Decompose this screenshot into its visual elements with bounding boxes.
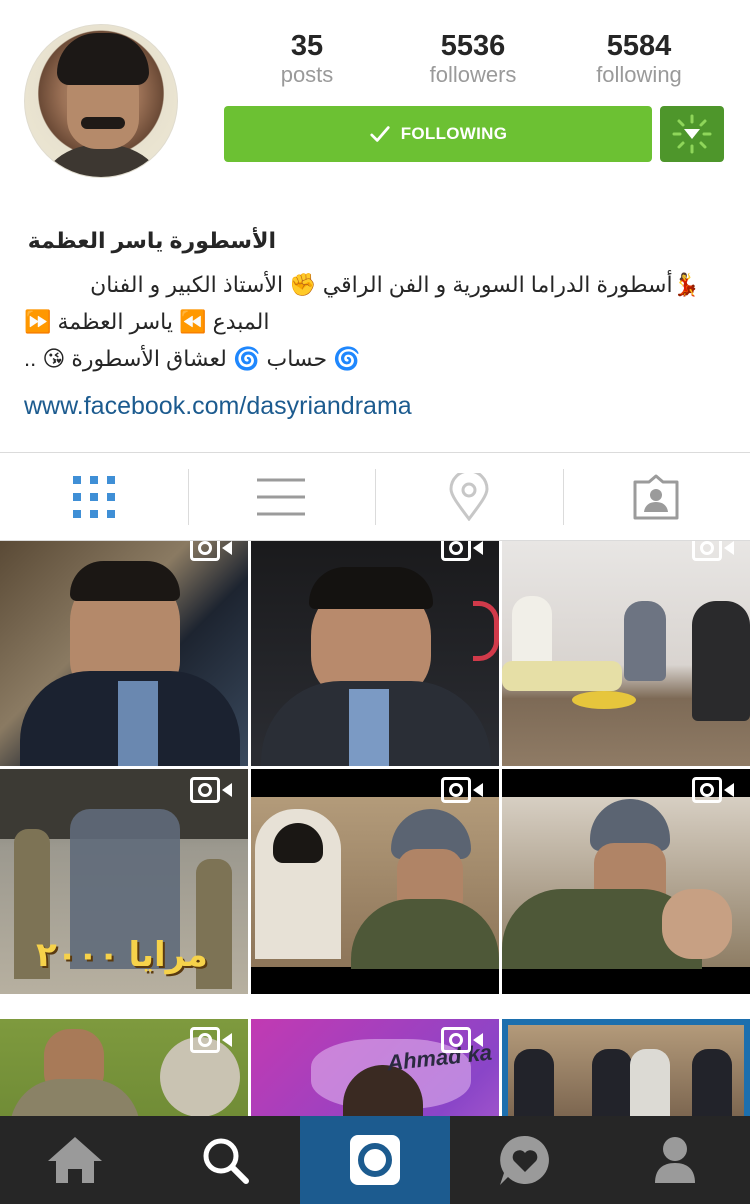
following-count: 5584 [606, 30, 672, 62]
grid-icon [72, 475, 115, 518]
location-pin-icon [449, 472, 489, 521]
home-icon [48, 1137, 102, 1183]
chevron-down-icon [684, 129, 700, 139]
camera-icon [350, 1135, 400, 1185]
nav-profile[interactable] [600, 1116, 750, 1204]
search-icon [203, 1138, 249, 1184]
video-camera-icon [190, 1027, 234, 1053]
profile-stats: 35 posts 5536 followers 5584 following [224, 30, 724, 88]
video-camera-icon [441, 1027, 485, 1053]
nav-search[interactable] [150, 1116, 300, 1204]
bio-line-1: 💃أسطورة الدراما السورية و الفن الراقي ✊ … [90, 272, 700, 297]
bio-line-2: المبدع ⏪ ياسر العظمة ⏩ [24, 309, 270, 334]
video-camera-icon [692, 777, 736, 803]
avatar-shirt [35, 145, 169, 177]
person-icon [655, 1137, 695, 1183]
heart-bubble-icon [500, 1135, 549, 1185]
suggestions-dropdown-button[interactable] [660, 106, 724, 162]
following-button-label: FOLLOWING [400, 124, 508, 143]
stat-posts[interactable]: 35 posts [224, 30, 390, 88]
nav-camera[interactable] [300, 1116, 450, 1204]
checkmark-icon [370, 126, 390, 142]
tab-grid-view[interactable] [0, 453, 188, 540]
stat-followers[interactable]: 5536 followers [390, 30, 556, 88]
grid-item-3[interactable] [502, 541, 750, 766]
nav-activity[interactable] [450, 1116, 600, 1204]
tab-tagged-photos[interactable] [562, 453, 750, 540]
photo-grid: مرايا ٢٠٠٠ Ahmad ka [0, 541, 750, 1116]
followers-label: followers [429, 62, 517, 87]
profile-view-tabs [0, 452, 750, 541]
grid-item-9[interactable] [502, 1019, 750, 1116]
avatar-hair [57, 33, 149, 85]
profile-website-link[interactable]: www.facebook.com/dasyriandrama [24, 392, 412, 421]
followers-count: 5536 [440, 30, 506, 62]
grid-item-5[interactable] [251, 769, 499, 994]
tab-list-view[interactable] [187, 453, 376, 540]
avatar-mustache [81, 117, 125, 129]
grid-item-1[interactable] [0, 541, 248, 766]
bio-line-3: 🌀 حساب 🌀 لعشاق الأسطورة 😘 .. [24, 346, 361, 371]
posts-count: 35 [290, 30, 324, 62]
tagged-person-icon [633, 474, 679, 519]
bottom-navigation-bar [0, 1116, 750, 1204]
profile-avatar[interactable] [24, 24, 178, 178]
list-icon [257, 478, 306, 515]
grid-item-7[interactable] [0, 1019, 248, 1116]
video-camera-icon [190, 541, 234, 561]
profile-bio: 💃أسطورة الدراما السورية و الفن الراقي ✊ … [24, 266, 700, 377]
grid-item-2[interactable] [251, 541, 499, 766]
video-camera-icon [441, 541, 485, 561]
loading-spinner-icon [672, 114, 712, 154]
following-button[interactable]: FOLLOWING [224, 106, 652, 162]
stat-following[interactable]: 5584 following [556, 30, 722, 88]
video-camera-icon [692, 541, 736, 561]
thumb-caption-maraya: مرايا ٢٠٠٠ [36, 936, 208, 974]
grid-item-4[interactable]: مرايا ٢٠٠٠ [0, 769, 248, 994]
following-label: following [596, 62, 682, 87]
posts-label: posts [280, 62, 334, 87]
profile-name: الأسطورة ياسر العظمة [27, 228, 276, 253]
video-camera-icon [190, 777, 234, 803]
grid-item-8[interactable]: Ahmad ka [251, 1019, 499, 1116]
tab-map-view[interactable] [375, 453, 563, 540]
nav-home[interactable] [0, 1116, 150, 1204]
grid-item-6[interactable] [502, 769, 750, 994]
video-camera-icon [441, 777, 485, 803]
